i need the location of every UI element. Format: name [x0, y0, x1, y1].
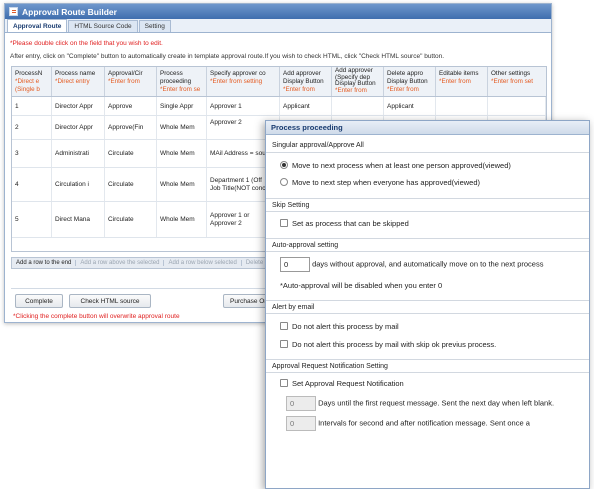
- interval-days-input[interactable]: 0: [286, 416, 316, 431]
- auto-approval-heading: Auto-approval setting: [266, 238, 589, 252]
- col-process-no[interactable]: ProcessN *Direct e (Single b: [12, 67, 52, 96]
- interval-text: Intervals for second and after notificat…: [318, 418, 530, 428]
- skippable-checkbox[interactable]: [280, 219, 288, 227]
- cell-type[interactable]: Circulate: [105, 140, 157, 167]
- cell-name[interactable]: Circulation i: [52, 168, 105, 201]
- document-icon: [9, 7, 18, 16]
- add-row-below-button[interactable]: Add a row below selected: [164, 260, 242, 266]
- edit-instruction: *Please double click on the field that y…: [10, 40, 163, 47]
- cell-proceeding[interactable]: Whole Mem: [157, 202, 207, 237]
- col-other-settings[interactable]: Other settings *Enter from set: [488, 67, 546, 96]
- no-mail-alert-skip-checkbox[interactable]: [280, 340, 288, 348]
- notification-setting-heading: Approval Request Notification Setting: [266, 359, 589, 373]
- cell-no[interactable]: 5: [12, 202, 52, 237]
- grid-header: ProcessN *Direct e (Single b Process nam…: [12, 67, 546, 97]
- cell-name[interactable]: Director Appr: [52, 116, 105, 139]
- cell-proceeding[interactable]: Whole Mem: [157, 140, 207, 167]
- col-process-proceeding[interactable]: Process proceeding *Enter from se: [157, 67, 207, 96]
- table-row[interactable]: 1 Director Appr Approve Single Appr Appr…: [12, 97, 546, 116]
- set-notification-checkbox[interactable]: [280, 379, 288, 387]
- cell-name[interactable]: Director Appr: [52, 97, 105, 115]
- cell-proceeding[interactable]: Single Appr: [157, 97, 207, 115]
- cell-proceeding[interactable]: Whole Mem: [157, 116, 207, 139]
- cell-other[interactable]: [488, 97, 546, 115]
- move-when-all-approved-option[interactable]: Move to next step when everyone has appr…: [266, 174, 589, 190]
- cell-type[interactable]: Approve: [105, 97, 157, 115]
- col-add-approver-dept[interactable]: Add approver (Specify dep Display Button…: [332, 67, 384, 96]
- cell-type[interactable]: Circulate: [105, 168, 157, 201]
- auto-approval-note: *Auto-approval will be disabled when you…: [280, 281, 443, 290]
- radio-unselected[interactable]: [280, 178, 288, 186]
- process-proceeding-dialog: Process proceeding Singular approval/App…: [265, 120, 590, 489]
- alert-by-email-heading: Alert by email: [266, 300, 589, 314]
- radio-selected[interactable]: [280, 161, 288, 169]
- cell-delete[interactable]: Applicant: [384, 97, 436, 115]
- col-approval-circulate[interactable]: Approval/Cir *Enter from: [105, 67, 157, 96]
- auto-approval-days-input[interactable]: 0: [280, 257, 310, 272]
- first-request-text: Days until the first request message. Se…: [318, 398, 555, 408]
- singular-approval-heading: Singular approval/Approve All: [266, 139, 589, 153]
- add-row-end-button[interactable]: Add a row to the end: [12, 260, 77, 266]
- tab-setting[interactable]: Setting: [138, 20, 171, 32]
- col-process-name[interactable]: Process name *Direct entry: [52, 67, 105, 96]
- skippable-option[interactable]: Set as process that can be skipped: [266, 212, 589, 234]
- col-editable-items[interactable]: Editable items *Enter from: [436, 67, 488, 96]
- auto-approval-row: 0 days without approval, and automatical…: [266, 252, 589, 272]
- complete-button[interactable]: Complete: [15, 294, 63, 308]
- window-title: Approval Route Builder: [22, 6, 117, 17]
- tab-html-source-code[interactable]: HTML Source Code: [68, 20, 138, 32]
- tab-approval-route[interactable]: Approval Route: [7, 19, 68, 32]
- first-request-days-input[interactable]: 0: [286, 396, 316, 411]
- col-specify-approver[interactable]: Specify approver co *Enter from setting: [207, 67, 280, 96]
- check-html-source-button[interactable]: Check HTML source: [69, 294, 151, 308]
- cell-no[interactable]: 2: [12, 116, 52, 139]
- no-mail-alert-checkbox[interactable]: [280, 322, 288, 330]
- overwrite-warning: *Clicking the complete button will overw…: [13, 313, 180, 320]
- col-add-approver[interactable]: Add approver Display Button *Enter from: [280, 67, 332, 96]
- col-delete-approver[interactable]: Delete appro Display Button *Enter from: [384, 67, 436, 96]
- cell-no[interactable]: 3: [12, 140, 52, 167]
- entry-instruction: After entry, click on "Complete" button …: [10, 53, 445, 60]
- window-titlebar: Approval Route Builder: [5, 4, 551, 19]
- no-mail-alert-option[interactable]: Do not alert this process by mail: [266, 317, 589, 335]
- cell-add[interactable]: Applicant: [280, 97, 332, 115]
- cell-proceeding[interactable]: Whole Mem: [157, 168, 207, 201]
- no-mail-alert-skip-option[interactable]: Do not alert this process by mail with s…: [266, 335, 589, 353]
- cell-type[interactable]: Circulate: [105, 202, 157, 237]
- cell-name[interactable]: Administrati: [52, 140, 105, 167]
- skip-setting-heading: Skip Setting: [266, 198, 589, 212]
- cell-add-dept[interactable]: [332, 97, 384, 115]
- move-when-one-approved-option[interactable]: Move to next process when at least one p…: [266, 156, 589, 174]
- first-request-row: 0 Days until the first request message. …: [266, 393, 589, 411]
- cell-type[interactable]: Approve(Fin: [105, 116, 157, 139]
- cell-name[interactable]: Direct Mana: [52, 202, 105, 237]
- interval-row: 0 Intervals for second and after notific…: [266, 411, 589, 431]
- dialog-title: Process proceeding: [266, 121, 589, 135]
- cell-editable[interactable]: [436, 97, 488, 115]
- add-row-above-button[interactable]: Add a row above the selected: [76, 260, 165, 266]
- cell-no[interactable]: 1: [12, 97, 52, 115]
- cell-no[interactable]: 4: [12, 168, 52, 201]
- auto-approval-text: days without approval, and automatically…: [312, 259, 544, 269]
- set-notification-option[interactable]: Set Approval Request Notification: [266, 373, 589, 393]
- tab-bar: Approval Route HTML Source Code Setting: [5, 19, 551, 33]
- cell-specify[interactable]: Approver 1: [207, 97, 280, 115]
